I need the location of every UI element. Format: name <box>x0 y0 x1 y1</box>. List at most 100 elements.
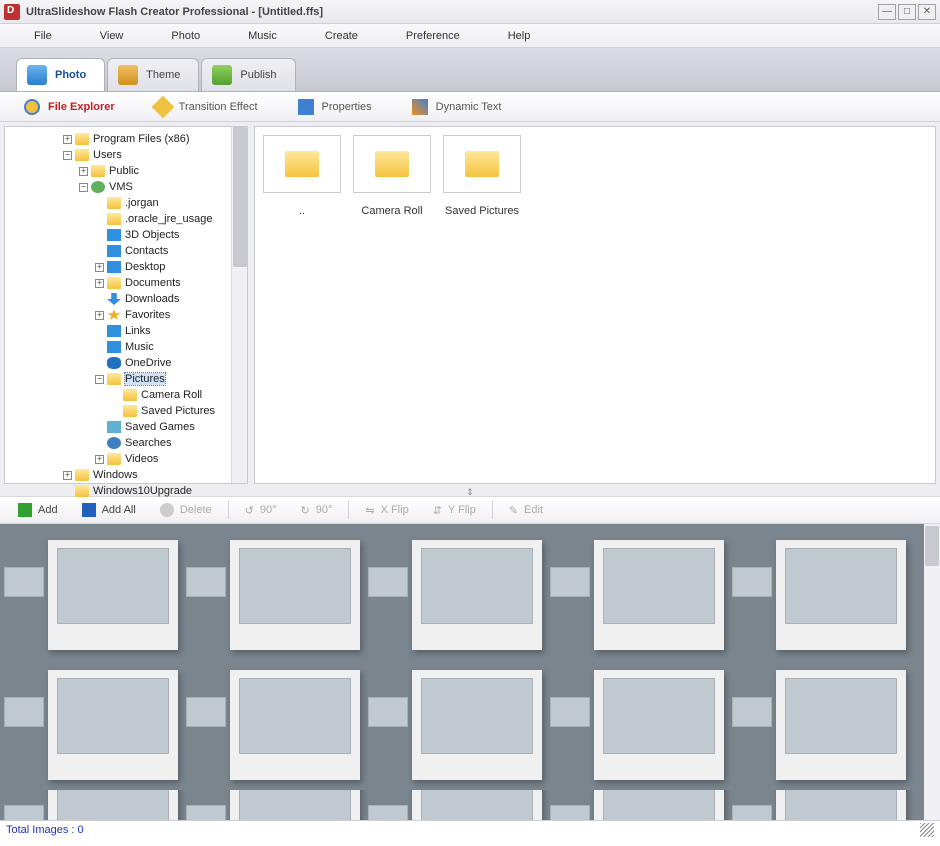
tab-photo[interactable]: Photo <box>16 58 105 91</box>
tree-node-links[interactable]: Links <box>7 323 247 339</box>
slide-placeholder[interactable] <box>776 790 906 820</box>
tree-node-searches[interactable]: Searches <box>7 435 247 451</box>
slide-placeholder[interactable] <box>48 790 178 820</box>
separator <box>492 501 493 519</box>
tree-node-public[interactable]: +Public <box>7 163 247 179</box>
separator <box>228 501 229 519</box>
thumb-camera-roll[interactable]: Camera Roll <box>353 135 431 217</box>
menu-view[interactable]: View <box>76 30 148 42</box>
menu-photo[interactable]: Photo <box>147 30 224 42</box>
subtab-transition-effect[interactable]: Transition Effect <box>155 99 258 115</box>
tree-node-favorites[interactable]: +Favorites <box>7 307 247 323</box>
transition-slot[interactable] <box>186 697 226 727</box>
rotate-right-button[interactable]: ↻90° <box>290 501 342 520</box>
slide-placeholder[interactable] <box>412 540 542 650</box>
transition-slot[interactable] <box>550 805 590 820</box>
transition-slot[interactable] <box>732 805 772 820</box>
y-flip-button[interactable]: ⇵Y Flip <box>423 501 486 520</box>
tree-node-pictures[interactable]: −Pictures <box>7 371 247 387</box>
thumb-saved-pictures[interactable]: Saved Pictures <box>443 135 521 217</box>
add-all-button[interactable]: Add All <box>72 500 146 520</box>
tree-node-contacts[interactable]: Contacts <box>7 243 247 259</box>
slide-placeholder[interactable] <box>230 790 360 820</box>
videos-icon <box>107 453 121 465</box>
transition-slot[interactable] <box>732 567 772 597</box>
3d-objects-icon <box>107 229 121 241</box>
rotate-left-button[interactable]: ↺90° <box>235 501 287 520</box>
tree-node-camera-roll[interactable]: Camera Roll <box>7 387 247 403</box>
transition-slot[interactable] <box>368 567 408 597</box>
close-button[interactable]: ✕ <box>918 4 936 20</box>
subtab-file-explorer[interactable]: File Explorer <box>24 99 115 115</box>
slide-placeholder[interactable] <box>776 670 906 780</box>
tree-node-documents[interactable]: +Documents <box>7 275 247 291</box>
slide-placeholder[interactable] <box>230 540 360 650</box>
menu-preference[interactable]: Preference <box>382 30 484 42</box>
transition-slot[interactable] <box>550 697 590 727</box>
folder-icon <box>107 197 121 209</box>
xflip-icon: ⇋ <box>365 504 374 517</box>
slide-placeholder[interactable] <box>230 670 360 780</box>
tree-node-videos[interactable]: +Videos <box>7 451 247 467</box>
subtab-properties[interactable]: Properties <box>298 99 372 115</box>
sub-toolbar: File Explorer Transition Effect Properti… <box>0 92 940 122</box>
slide-placeholder[interactable] <box>594 790 724 820</box>
tree-node-downloads[interactable]: Downloads <box>7 291 247 307</box>
transition-slot[interactable] <box>4 567 44 597</box>
slide-placeholder[interactable] <box>776 540 906 650</box>
menu-music[interactable]: Music <box>224 30 301 42</box>
transition-icon <box>151 95 174 118</box>
slide-placeholder[interactable] <box>48 540 178 650</box>
x-flip-button[interactable]: ⇋X Flip <box>355 501 418 520</box>
minimize-button[interactable]: — <box>878 4 896 20</box>
tree-node-users[interactable]: −Users <box>7 147 247 163</box>
tab-photo-label: Photo <box>55 69 86 81</box>
delete-button[interactable]: Delete <box>150 500 222 520</box>
transition-slot[interactable] <box>186 567 226 597</box>
transition-slot[interactable] <box>732 697 772 727</box>
subtab-label: Transition Effect <box>179 101 258 113</box>
tree-node-desktop[interactable]: +Desktop <box>7 259 247 275</box>
tree-node-program-files-x86[interactable]: +Program Files (x86) <box>7 131 247 147</box>
transition-slot[interactable] <box>4 697 44 727</box>
transition-slot[interactable] <box>368 805 408 820</box>
rotate-right-icon: ↻ <box>300 504 309 517</box>
tree-node-oracle[interactable]: .oracle_jre_usage <box>7 211 247 227</box>
tab-theme[interactable]: Theme <box>107 58 199 91</box>
tree-node-onedrive[interactable]: OneDrive <box>7 355 247 371</box>
timeline-scrollbar[interactable] <box>924 524 940 820</box>
tree-node-windows[interactable]: +Windows <box>7 467 247 483</box>
tree-node-jorgan[interactable]: .jorgan <box>7 195 247 211</box>
folder-icon <box>91 165 105 177</box>
transition-slot[interactable] <box>550 567 590 597</box>
edit-button[interactable]: ✎Edit <box>499 501 553 520</box>
thumb-parent-folder[interactable]: .. <box>263 135 341 217</box>
folder-icon <box>123 405 137 417</box>
transition-slot[interactable] <box>4 805 44 820</box>
slide-placeholder[interactable] <box>594 540 724 650</box>
tree-node-3d-objects[interactable]: 3D Objects <box>7 227 247 243</box>
properties-icon <box>298 99 314 115</box>
tree-node-saved-games[interactable]: Saved Games <box>7 419 247 435</box>
contacts-icon <box>107 245 121 257</box>
menu-file[interactable]: File <box>10 30 76 42</box>
add-button[interactable]: Add <box>8 500 68 520</box>
slide-placeholder[interactable] <box>412 790 542 820</box>
tree-node-saved-pictures[interactable]: Saved Pictures <box>7 403 247 419</box>
subtab-dynamic-text[interactable]: Dynamic Text <box>412 99 502 115</box>
tree-node-windows10upgrade[interactable]: Windows10Upgrade <box>7 483 247 499</box>
tree-node-vms[interactable]: −VMS <box>7 179 247 195</box>
slide-placeholder[interactable] <box>412 670 542 780</box>
resize-grip-icon[interactable] <box>920 823 934 837</box>
menu-create[interactable]: Create <box>301 30 382 42</box>
transition-slot[interactable] <box>186 805 226 820</box>
folder-tree[interactable]: +Program Files (x86) −Users +Public −VMS… <box>4 126 248 484</box>
transition-slot[interactable] <box>368 697 408 727</box>
tree-scrollbar[interactable] <box>231 127 247 483</box>
maximize-button[interactable]: □ <box>898 4 916 20</box>
slide-placeholder[interactable] <box>48 670 178 780</box>
slide-placeholder[interactable] <box>594 670 724 780</box>
tab-publish[interactable]: Publish <box>201 58 295 91</box>
tree-node-music[interactable]: Music <box>7 339 247 355</box>
menu-help[interactable]: Help <box>484 30 555 42</box>
